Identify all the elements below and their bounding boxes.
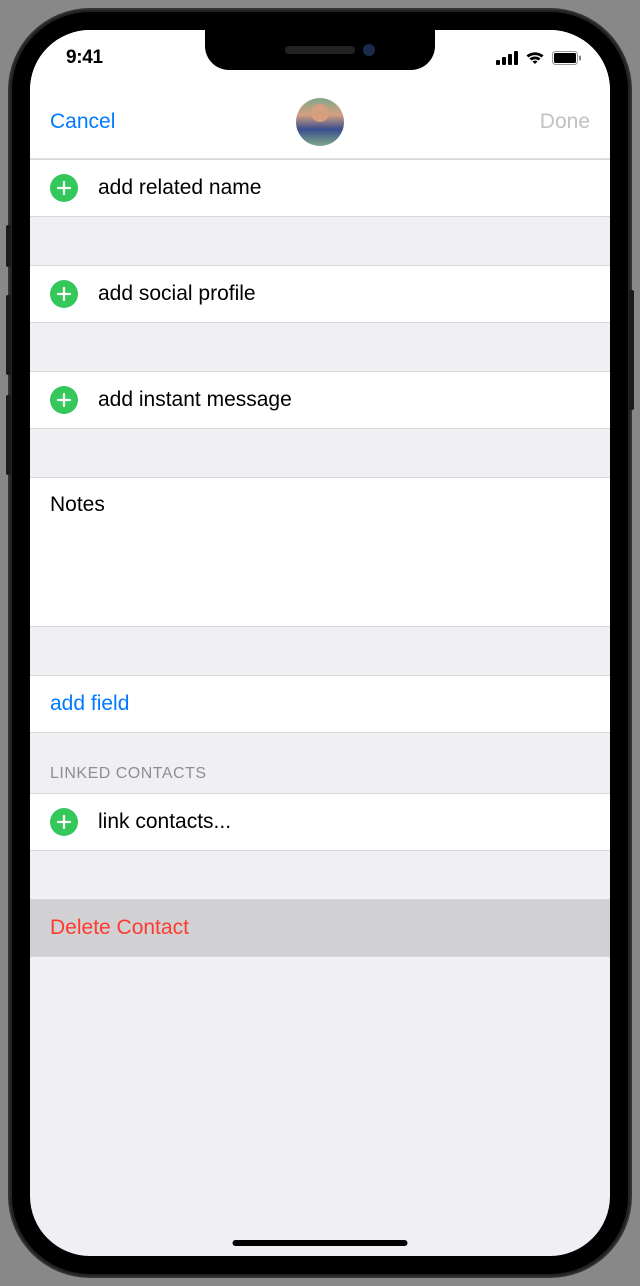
volume-up-button [6, 295, 11, 375]
speaker [285, 46, 355, 54]
spacer [30, 627, 610, 675]
link-contacts-row[interactable]: link contacts... [30, 793, 610, 851]
add-icon [50, 174, 78, 202]
spacer [30, 957, 610, 1037]
add-related-name-row[interactable]: add related name [30, 159, 610, 217]
phone-frame: 9:41 [10, 10, 630, 1276]
row-label: add social profile [98, 282, 256, 306]
notch [205, 30, 435, 70]
notes-label: Notes [50, 493, 590, 517]
row-label: add related name [98, 176, 261, 200]
power-button [629, 290, 634, 410]
volume-down-button [6, 395, 11, 475]
add-icon [50, 280, 78, 308]
spacer [30, 429, 610, 477]
battery-icon [552, 51, 582, 65]
cancel-button[interactable]: Cancel [50, 110, 115, 134]
phone-screen: 9:41 [30, 30, 610, 1256]
status-icons [496, 51, 582, 65]
contact-avatar[interactable] [296, 98, 344, 146]
linked-contacts-header: LINKED CONTACTS [30, 733, 610, 793]
add-instant-message-row[interactable]: add instant message [30, 371, 610, 429]
spacer [30, 323, 610, 371]
spacer [30, 851, 610, 899]
delete-contact-row[interactable]: Delete Contact [30, 899, 610, 957]
spacer [30, 217, 610, 265]
add-social-profile-row[interactable]: add social profile [30, 265, 610, 323]
status-time: 9:41 [66, 47, 103, 69]
add-icon [50, 808, 78, 836]
cellular-icon [496, 51, 518, 65]
content-scroll[interactable]: add related name add social profile add … [30, 159, 610, 1037]
home-indicator[interactable] [233, 1240, 408, 1246]
done-button[interactable]: Done [540, 110, 590, 134]
notes-field[interactable]: Notes [30, 477, 610, 627]
add-field-row[interactable]: add field [30, 675, 610, 733]
add-icon [50, 386, 78, 414]
row-label: Delete Contact [50, 916, 189, 940]
wifi-icon [525, 51, 545, 65]
front-camera [363, 44, 375, 56]
row-label: add field [50, 692, 129, 716]
silent-switch [6, 225, 11, 267]
row-label: add instant message [98, 388, 292, 412]
nav-header: Cancel Done [30, 85, 610, 159]
row-label: link contacts... [98, 810, 231, 834]
